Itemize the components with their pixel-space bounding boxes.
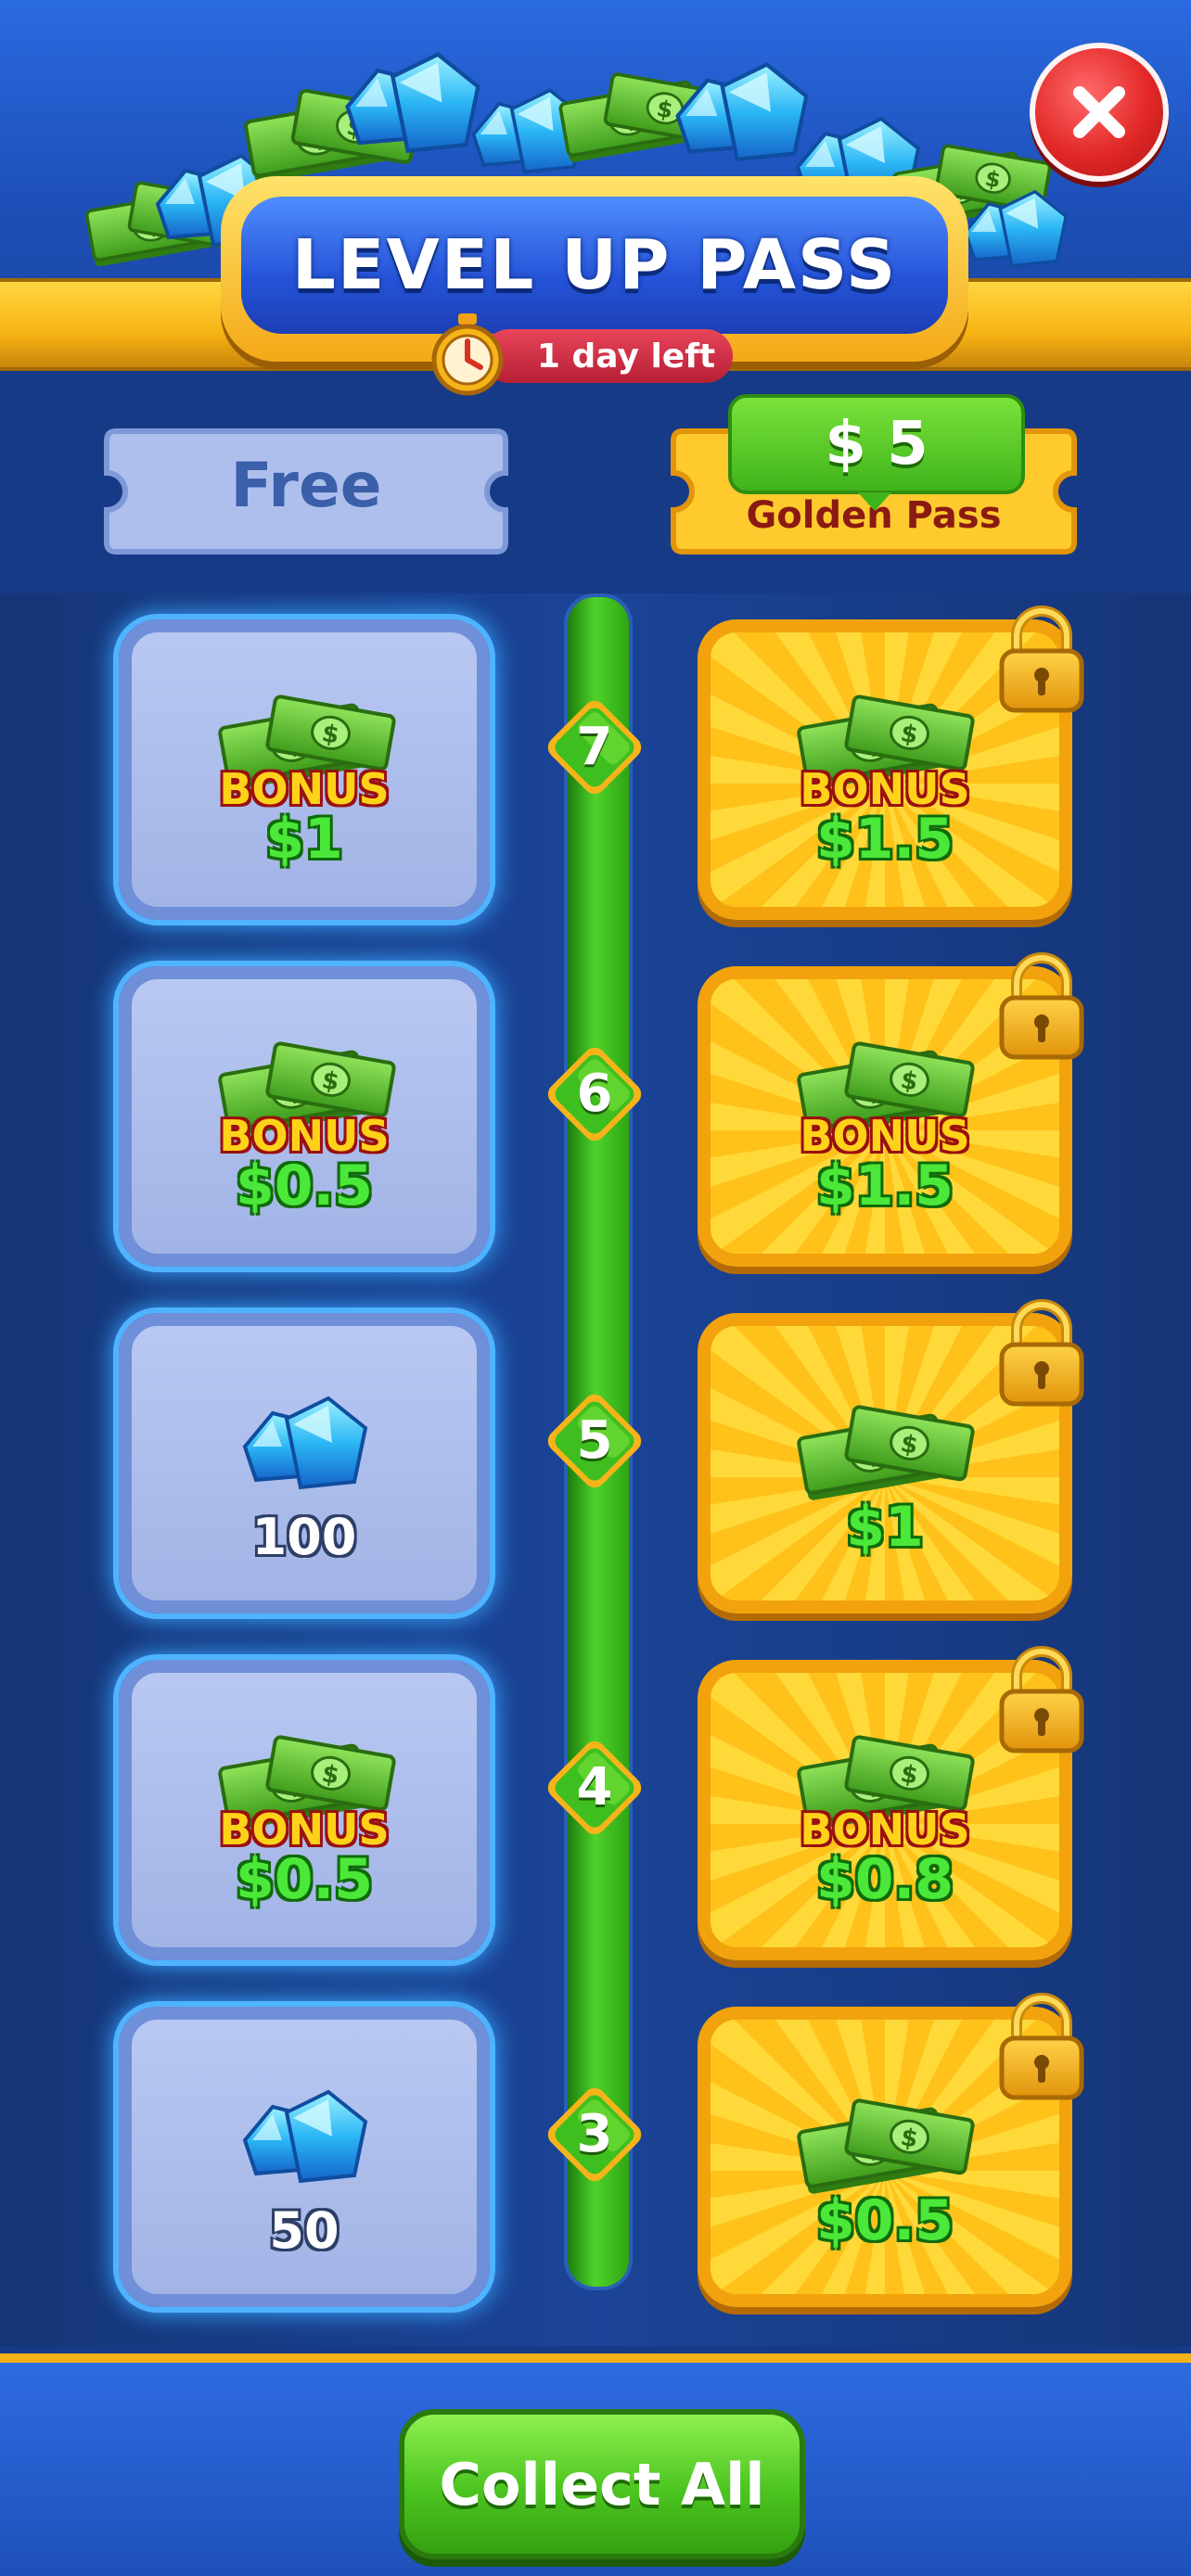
reward-amount: $1 — [265, 807, 343, 872]
level-number: 7 — [576, 717, 613, 777]
reward-amount: $0.5 — [815, 2188, 954, 2253]
collect-all-label: Collect All — [439, 2450, 765, 2519]
title-panel: LEVEL UP PASS — [241, 197, 948, 334]
level-badge-4: 4 — [538, 1731, 651, 1844]
level-number: 3 — [576, 2104, 613, 2164]
free-reward-card-level-7[interactable]: BONUS $1 — [119, 619, 490, 920]
free-reward-card-level-5[interactable]: 100 — [119, 1313, 490, 1613]
level-badge-3: 3 — [538, 2078, 651, 2191]
level-badge-6: 6 — [538, 1038, 651, 1151]
padlock-icon — [996, 1645, 1087, 1754]
gem-count: 50 — [269, 2201, 339, 2260]
padlock-icon — [996, 1298, 1087, 1408]
reward-amount: $1.5 — [815, 807, 954, 872]
free-track-label: Free — [230, 450, 382, 521]
golden-reward-card-level-3[interactable]: $0.5 — [698, 2007, 1072, 2307]
free-track-header: Free — [97, 422, 515, 561]
golden-pass-price: $ 5 — [825, 410, 928, 478]
stopwatch-icon — [431, 313, 504, 396]
close-button[interactable] — [1030, 43, 1169, 182]
level-badge-5: 5 — [538, 1384, 651, 1498]
gem-icon — [236, 2085, 375, 2196]
reward-amount: $0.8 — [815, 1847, 954, 1912]
free-reward-card-level-4[interactable]: BONUS $0.5 — [119, 1660, 490, 1960]
reward-amount: $1.5 — [815, 1154, 954, 1218]
level-number: 4 — [576, 1757, 613, 1817]
timer-text: 1 day left — [536, 337, 716, 376]
page-title: LEVEL UP PASS — [291, 225, 898, 305]
golden-reward-card-level-4[interactable]: BONUS $0.8 — [698, 1660, 1072, 1960]
gem-count: 100 — [251, 1508, 357, 1566]
level-number: 6 — [576, 1064, 613, 1124]
cash-bundle-icon — [785, 2094, 981, 2196]
gem-icon — [236, 1391, 375, 1502]
golden-pass-price-button[interactable]: $ 5 — [728, 394, 1025, 511]
reward-amount: $0.5 — [235, 1847, 374, 1912]
level-number: 5 — [576, 1410, 613, 1471]
collect-all-button[interactable]: Collect All — [399, 2409, 805, 2559]
reward-amount: $0.5 — [235, 1154, 374, 1218]
golden-reward-card-level-7[interactable]: BONUS $1.5 — [698, 619, 1072, 920]
padlock-icon — [996, 605, 1087, 714]
close-x-icon — [1073, 86, 1125, 138]
free-reward-card-level-3[interactable]: 50 — [119, 2007, 490, 2307]
golden-reward-card-level-6[interactable]: BONUS $1.5 — [698, 966, 1072, 1267]
reward-amount: $1 — [846, 1495, 924, 1560]
padlock-icon — [996, 951, 1087, 1061]
golden-reward-card-level-5[interactable]: $1 — [698, 1313, 1072, 1613]
cash-bundle-icon — [785, 1400, 981, 1502]
free-reward-card-level-6[interactable]: BONUS $0.5 — [119, 966, 490, 1267]
level-badge-7: 7 — [538, 691, 651, 804]
timer-badge: 1 day left — [482, 329, 733, 383]
padlock-icon — [996, 1992, 1087, 2101]
